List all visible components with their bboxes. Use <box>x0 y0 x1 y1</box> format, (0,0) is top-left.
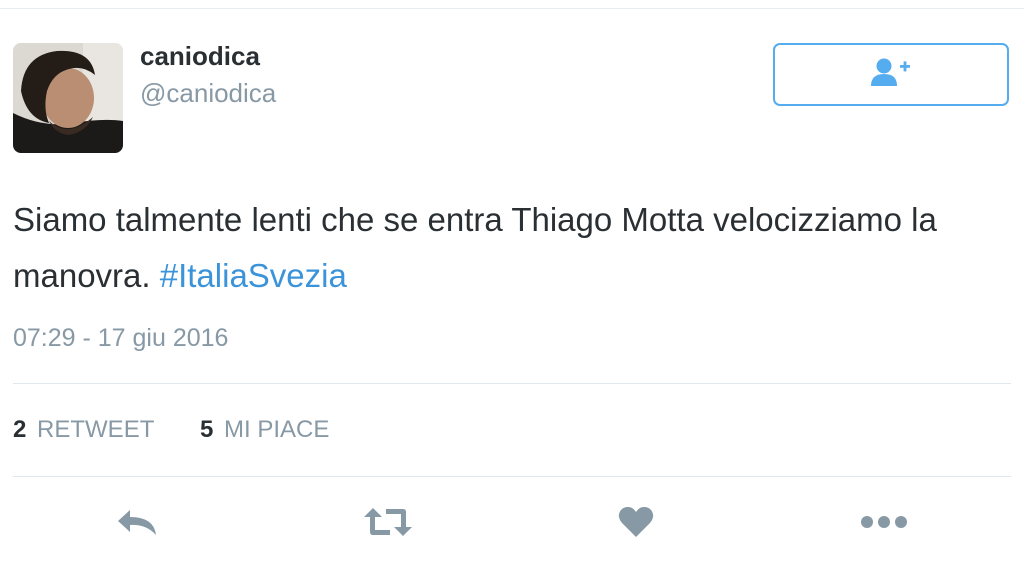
likes-label: MI PIACE <box>224 416 330 443</box>
tweet-body-text: Siamo talmente lenti che se entra Thiago… <box>13 201 937 294</box>
heart-icon <box>618 506 654 538</box>
retweets-label: RETWEET <box>37 416 155 443</box>
tweet-timestamp[interactable]: 07:29 - 17 giu 2016 <box>13 322 228 354</box>
hashtag-link[interactable]: #ItaliaSvezia <box>160 257 347 294</box>
more-button[interactable] <box>858 500 910 544</box>
follow-user-icon <box>870 56 912 93</box>
divider <box>13 476 1011 477</box>
tweet-text: Siamo talmente lenti che se entra Thiago… <box>13 192 1013 304</box>
reply-button[interactable] <box>114 500 160 544</box>
avatar[interactable] <box>13 43 123 153</box>
like-button[interactable] <box>616 500 656 544</box>
divider <box>13 383 1011 384</box>
retweet-icon <box>363 506 413 538</box>
likes-count: 5 <box>200 416 214 443</box>
user-display-name[interactable]: caniodica <box>140 40 260 72</box>
top-divider <box>0 8 1024 9</box>
follow-button[interactable] <box>773 43 1009 106</box>
more-icon <box>860 515 908 529</box>
user-handle[interactable]: @caniodica <box>140 77 276 109</box>
retweet-button[interactable] <box>362 500 414 544</box>
retweets-stat[interactable]: 2 RETWEET <box>13 414 154 446</box>
likes-stat[interactable]: 5 MI PIACE <box>200 414 329 446</box>
tweet-stats: 2 RETWEET 5 MI PIACE <box>13 414 329 446</box>
reply-icon <box>116 507 158 537</box>
retweets-count: 2 <box>13 416 27 443</box>
